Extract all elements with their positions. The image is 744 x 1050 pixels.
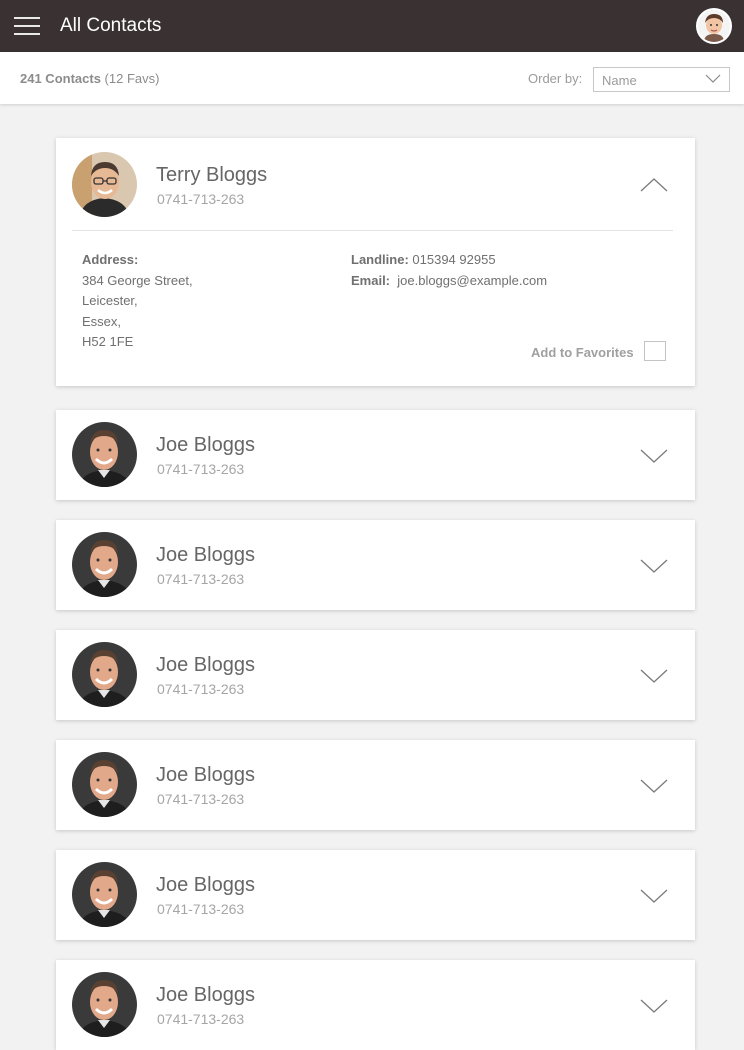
address-line: Leicester, xyxy=(82,293,138,308)
address-label: Address: xyxy=(82,252,139,267)
add-to-favorites-label: Add to Favorites xyxy=(531,345,634,360)
chevron-up-icon[interactable] xyxy=(640,176,668,192)
chevron-down-icon[interactable] xyxy=(640,998,668,1014)
contact-phone: 0741-713-263 xyxy=(157,1011,245,1027)
address-line: H52 1FE xyxy=(82,334,134,349)
chevron-down-icon[interactable] xyxy=(640,558,668,574)
contact-avatar xyxy=(72,422,137,487)
user-avatar-icon[interactable] xyxy=(696,8,732,44)
landline-value: 015394 92955 xyxy=(412,252,496,267)
address-line: Essex, xyxy=(82,313,122,329)
contact-card[interactable]: Joe Bloggs 0741-713-263 xyxy=(56,520,695,610)
contact-name: Joe Bloggs xyxy=(156,764,255,786)
chevron-down-icon[interactable] xyxy=(640,448,668,464)
contact-card[interactable]: Joe Bloggs 0741-713-263 xyxy=(56,740,695,830)
address-line: 384 George Street, xyxy=(82,272,193,288)
contacts-toolbar: 241 Contacts (12 Favs) Order by: Name xyxy=(0,52,744,104)
contact-name: Joe Bloggs xyxy=(156,434,255,456)
contact-card[interactable]: Joe Bloggs 0741-713-263 xyxy=(56,410,695,500)
address-block: Address: 384 George Street, Leicester, E… xyxy=(82,250,193,353)
contact-name: Terry Bloggs xyxy=(156,164,268,186)
contact-count-total: 241 Contacts xyxy=(20,71,101,86)
contact-count: 241 Contacts (12 Favs) xyxy=(20,71,159,86)
contact-card[interactable]: Joe Bloggs 0741-713-263 xyxy=(56,960,695,1050)
chevron-down-icon xyxy=(705,74,721,83)
add-to-favorites-checkbox[interactable] xyxy=(644,341,666,361)
contact-phone: 0741-713-263 xyxy=(157,901,245,917)
contact-avatar xyxy=(72,642,137,707)
chevron-down-icon[interactable] xyxy=(640,778,668,794)
contact-name: Joe Bloggs xyxy=(156,654,255,676)
contact-name: Joe Bloggs xyxy=(156,874,255,896)
order-by-label: Order by: xyxy=(528,71,583,86)
contact-details: Landline: 015394 92955 Email: joe.bloggs… xyxy=(351,250,547,291)
contact-card-expanded[interactable]: Terry Bloggs 0741-713-263 Address: 384 G… xyxy=(56,138,695,386)
contact-name: Joe Bloggs xyxy=(156,544,255,566)
contact-avatar xyxy=(72,152,137,217)
contact-card[interactable]: Joe Bloggs 0741-713-263 xyxy=(56,850,695,940)
chevron-down-icon[interactable] xyxy=(640,888,668,904)
hamburger-menu-icon[interactable] xyxy=(14,17,40,35)
contact-phone: 0741-713-263 xyxy=(157,681,245,697)
order-by-value: Name xyxy=(602,73,637,88)
email-value[interactable]: joe.bloggs@example.com xyxy=(397,273,547,288)
email-label: Email: xyxy=(351,272,391,288)
contact-card[interactable]: Joe Bloggs 0741-713-263 xyxy=(56,630,695,720)
order-by-select[interactable]: Name xyxy=(593,67,730,92)
landline-label: Landline: xyxy=(351,252,409,267)
contact-avatar xyxy=(72,532,137,597)
contact-avatar xyxy=(72,972,137,1037)
contact-phone: 0741-713-263 xyxy=(157,461,245,477)
contact-phone: 0741-713-263 xyxy=(157,571,245,587)
contact-phone: 0741-713-263 xyxy=(157,191,245,207)
contact-avatar xyxy=(72,752,137,817)
contact-phone: 0741-713-263 xyxy=(157,791,245,807)
app-bar: All Contacts xyxy=(0,0,744,52)
divider xyxy=(72,230,673,231)
favorites-count: (12 Favs) xyxy=(104,71,160,86)
contact-avatar xyxy=(72,862,137,927)
page-title: All Contacts xyxy=(60,15,162,36)
chevron-down-icon[interactable] xyxy=(640,668,668,684)
contact-name: Joe Bloggs xyxy=(156,984,255,1006)
